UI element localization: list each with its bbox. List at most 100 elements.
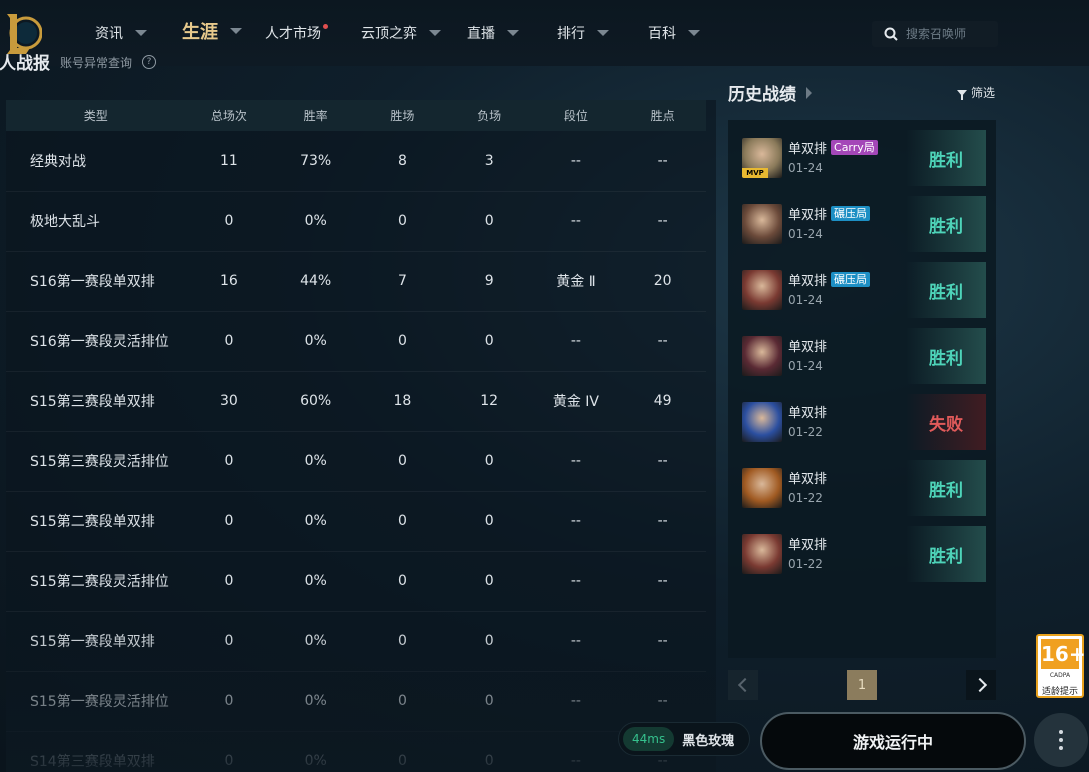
match-item[interactable]: 单双排 01-22 失败: [738, 394, 986, 450]
match-mode: 单双排 碾压局: [788, 270, 871, 289]
play-button[interactable]: 游戏运行中: [760, 712, 1026, 770]
nav-item-2[interactable]: 人才市场: [265, 22, 328, 44]
section-subtitle[interactable]: 账号异常查询: [60, 54, 132, 71]
server-status[interactable]: 44ms 黑色玫瑰: [618, 722, 750, 756]
champion-avatar: [742, 270, 782, 310]
table-cell: 0: [397, 573, 407, 589]
table-row[interactable]: S15第二赛段单双排 0 0% 0 0 -- --: [6, 491, 706, 552]
table-row[interactable]: S14第三赛段单双排 0 0% 0 0 -- --: [6, 731, 706, 772]
dot-icon: [1059, 738, 1063, 742]
nav-item-label: 直播: [467, 26, 495, 42]
notification-dot: [323, 23, 328, 29]
table-cell: 0%: [304, 453, 327, 469]
chevron-right-icon: [806, 86, 812, 99]
table-cell: --: [657, 453, 668, 469]
table-cell: 黄金 IV: [552, 394, 599, 410]
table-cell: 0: [484, 453, 494, 469]
table-row[interactable]: S15第三赛段单双排 30 60% 18 12 黄金 IV 49: [6, 371, 706, 432]
nav-item-0[interactable]: 资讯: [95, 22, 147, 44]
mvp-badge: MVP: [742, 168, 768, 178]
table-cell: 7: [397, 273, 407, 289]
nav-item-5[interactable]: 排行: [557, 22, 609, 44]
table-cell: --: [570, 153, 581, 169]
table-row[interactable]: 经典对战 11 73% 8 3 -- --: [6, 131, 706, 192]
table-row[interactable]: S15第一赛段灵活排位 0 0% 0 0 -- --: [6, 671, 706, 732]
column-header: 负场: [477, 109, 502, 123]
match-tag-badge: Carry局: [831, 140, 878, 155]
nav-item-1[interactable]: 生涯: [182, 20, 242, 43]
table-cell: 30: [220, 393, 238, 409]
table-cell: --: [657, 213, 668, 229]
table-cell: 0: [397, 333, 407, 349]
match-item[interactable]: 单双排 碾压局 01-24 胜利: [738, 262, 986, 318]
match-mode-label: 单双排: [788, 142, 828, 157]
table-cell: S15第一赛段单双排: [30, 634, 155, 650]
table-cell: 0: [397, 513, 407, 529]
table-row[interactable]: 极地大乱斗 0 0% 0 0 -- --: [6, 191, 706, 252]
table-cell: --: [570, 453, 581, 469]
table-cell: S15第三赛段单双排: [30, 394, 155, 410]
history-title[interactable]: 历史战绩: [728, 80, 812, 105]
table-row[interactable]: S16第一赛段灵活排位 0 0% 0 0 -- --: [6, 311, 706, 372]
page-number[interactable]: 1: [847, 670, 877, 700]
filter-button[interactable]: 筛选: [957, 84, 995, 101]
table-cell: 16: [220, 273, 238, 289]
search-icon: [884, 27, 898, 41]
table-row[interactable]: S16第一赛段单双排 16 44% 7 9 黄金 Ⅱ 20: [6, 251, 706, 312]
table-cell: --: [570, 693, 581, 709]
table-row[interactable]: S15第一赛段单双排 0 0% 0 0 -- --: [6, 611, 706, 672]
prev-page-button[interactable]: [728, 670, 758, 700]
match-item[interactable]: 单双排 01-22 胜利: [738, 460, 986, 516]
table-cell: 0: [484, 213, 494, 229]
match-mode-label: 单双排: [788, 208, 828, 223]
table-cell: --: [570, 213, 581, 229]
column-header: 胜点: [650, 109, 675, 123]
match-item[interactable]: 单双排 01-22 胜利: [738, 526, 986, 582]
match-date: 01-24: [788, 293, 823, 307]
filter-icon: [957, 89, 967, 100]
table-cell: 8: [397, 153, 407, 169]
search-input[interactable]: [904, 26, 998, 42]
search-box[interactable]: [872, 21, 998, 47]
nav-item-3[interactable]: 云顶之弈: [361, 22, 441, 44]
table-cell: 0: [484, 633, 494, 649]
table-cell: --: [657, 153, 668, 169]
table-cell: --: [657, 693, 668, 709]
age-rating-badge[interactable]: 16+ CADPA 适龄提示: [1036, 634, 1086, 698]
match-mode-label: 单双排: [788, 538, 828, 553]
stats-table: 类型 总场次 胜率 胜场 负场 段位 胜点 经典对战 11 73% 8 3 -- -- 极地大乱斗 0 0% 0…: [6, 100, 716, 772]
more-menu-button[interactable]: [1034, 713, 1088, 767]
info-icon[interactable]: ?: [142, 55, 157, 69]
nav-item-label: 云顶之弈: [361, 26, 417, 42]
table-cell: --: [570, 333, 581, 349]
section-header: 个人战报 账号异常查询 ?: [0, 50, 157, 74]
match-mode: 单双排 碾压局: [788, 204, 871, 223]
table-cell: S15第三赛段灵活排位: [30, 454, 169, 470]
match-mode: 单双排: [788, 468, 827, 487]
next-page-button[interactable]: [966, 670, 996, 700]
table-cell: --: [570, 753, 581, 769]
match-mode-label: 单双排: [788, 406, 828, 421]
table-cell: 0: [397, 693, 407, 709]
table-row[interactable]: S15第二赛段灵活排位 0 0% 0 0 -- --: [6, 551, 706, 612]
match-result: 胜利: [906, 328, 986, 384]
nav-item-6[interactable]: 百科: [648, 22, 700, 44]
champion-avatar: [742, 402, 782, 442]
table-cell: 0%: [304, 633, 327, 649]
table-cell: 0: [224, 633, 234, 649]
server-name: 黑色玫瑰: [682, 733, 735, 749]
match-mode: 单双排: [788, 402, 827, 421]
table-row[interactable]: S15第三赛段灵活排位 0 0% 0 0 -- --: [6, 431, 706, 492]
match-item[interactable]: 单双排 01-24 胜利: [738, 328, 986, 384]
match-item[interactable]: MVP 单双排 Carry局 01-24 胜利: [738, 130, 986, 186]
nav-item-4[interactable]: 直播: [467, 22, 519, 44]
nav-item-label: 排行: [557, 26, 585, 42]
history-list: MVP 单双排 Carry局 01-24 胜利 单双排 碾压局 01-24 胜利 单双排 碾压局 01…: [728, 120, 996, 658]
table-cell: 0: [224, 453, 234, 469]
table-cell: 0: [224, 693, 234, 709]
table-cell: 44%: [300, 273, 332, 289]
match-item[interactable]: 单双排 碾压局 01-24 胜利: [738, 196, 986, 252]
table-cell: 0: [484, 753, 494, 769]
table-cell: 0: [484, 513, 494, 529]
table-cell: 3: [484, 153, 494, 169]
